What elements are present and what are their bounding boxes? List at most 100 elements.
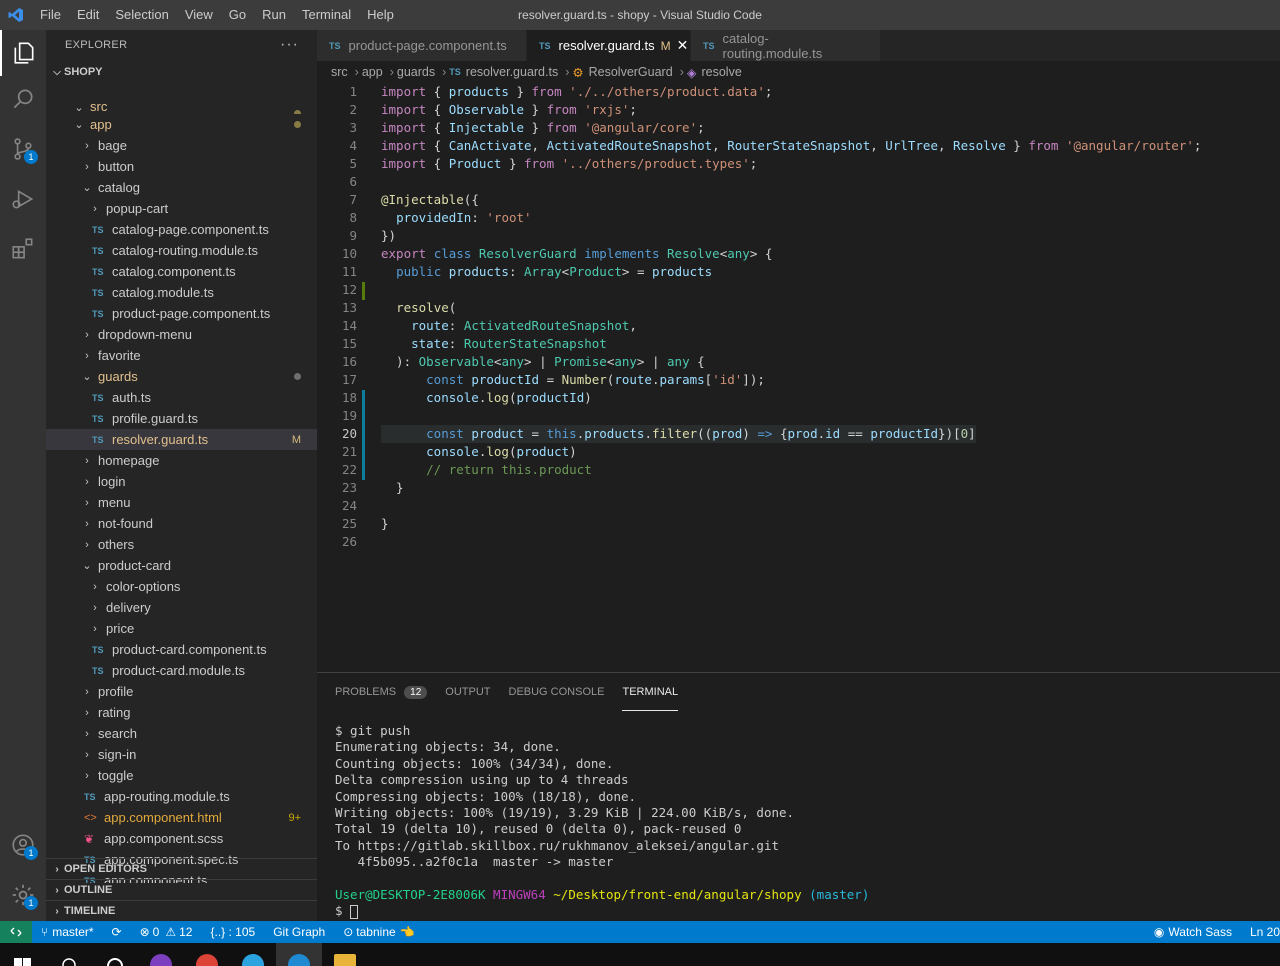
terminal-output[interactable]: $ git push Enumerating objects: 34, done… (335, 723, 869, 920)
file-item[interactable]: TS catalog.component.ts (46, 261, 317, 282)
code-line: 25} (317, 515, 1280, 533)
folder-item[interactable]: ⌄ app (46, 114, 317, 135)
line-number: 12 (341, 282, 357, 297)
tab-output[interactable]: OUTPUT (445, 673, 490, 711)
cortana-icon[interactable] (92, 943, 138, 966)
watch-sass-button[interactable]: ◉ Watch Sass (1145, 925, 1241, 939)
tab-catalog-routing-module[interactable]: TS catalog-routing.module.ts (691, 30, 881, 61)
tabnine-status[interactable]: ⊙ tabnine 👈 (334, 925, 423, 939)
open-editors-section[interactable]: › OPEN EDITORS (46, 858, 317, 879)
file-item[interactable]: TS product-card.module.ts (46, 660, 317, 681)
folder-item[interactable]: ⌄ src (46, 103, 317, 114)
tree-item-label: product-card (98, 558, 171, 573)
folder-item[interactable]: › price (46, 618, 317, 639)
run-debug-icon[interactable] (0, 176, 46, 222)
file-item[interactable]: TS auth.ts (46, 387, 317, 408)
folder-item[interactable]: › toggle (46, 765, 317, 786)
menu-file[interactable]: File (32, 0, 69, 30)
folder-item[interactable]: › popup-cart (46, 198, 317, 219)
folder-item[interactable]: › menu (46, 492, 317, 513)
menu-run[interactable]: Run (254, 0, 294, 30)
menu-edit[interactable]: Edit (69, 0, 107, 30)
workspace-section-header[interactable]: ⌵ SHOPY (46, 61, 317, 83)
tab-resolver-guard[interactable]: TS resolver.guard.ts M ✕ (527, 30, 691, 61)
folder-item[interactable]: › others (46, 534, 317, 555)
breadcrumb-class[interactable]: ResolverGuard (589, 65, 673, 79)
breadcrumb-app[interactable]: app (362, 65, 383, 79)
code-text: import { Observable } from 'rxjs'; (381, 102, 637, 117)
folder-item[interactable]: › not-found (46, 513, 317, 534)
windows-search-icon[interactable] (46, 943, 92, 966)
outline-section[interactable]: › OUTLINE (46, 879, 317, 900)
folder-item[interactable]: › search (46, 723, 317, 744)
code-text: public products: Array<Product> = produc… (396, 264, 713, 279)
file-item[interactable]: <> app.component.html 9+ (46, 807, 317, 828)
breadcrumb-guards[interactable]: guards (397, 65, 435, 79)
file-item[interactable]: TS catalog.module.ts (46, 282, 317, 303)
close-tab-icon[interactable]: ✕ (677, 37, 689, 54)
menu-view[interactable]: View (177, 0, 221, 30)
git-graph-button[interactable]: Git Graph (264, 925, 334, 939)
source-control-icon[interactable]: 1 (0, 126, 46, 172)
extensions-icon[interactable] (0, 226, 46, 272)
tab-product-page-component[interactable]: TS product-page.component.ts (317, 30, 527, 61)
file-item[interactable]: ❦ app.component.scss (46, 828, 317, 849)
tab-terminal[interactable]: TERMINAL (622, 673, 679, 711)
app-purple-icon[interactable] (138, 943, 184, 966)
folder-item[interactable]: › favorite (46, 345, 317, 366)
tree-item-label: src (90, 103, 108, 114)
problems-status[interactable]: ⊗ 0 ⚠ 12 (131, 925, 202, 939)
chrome-icon[interactable] (184, 943, 230, 966)
breadcrumb-method[interactable]: resolve (701, 65, 741, 79)
more-actions-icon[interactable]: ··· (280, 36, 299, 54)
folder-item[interactable]: ⌄ guards (46, 366, 317, 387)
terminal-cursor (350, 904, 359, 919)
sync-button[interactable]: ⟳ (103, 925, 131, 939)
explorer-icon[interactable] (0, 30, 46, 76)
menu-terminal[interactable]: Terminal (294, 0, 359, 30)
tree-item-label: profile (98, 684, 134, 699)
windows-start-icon[interactable] (0, 943, 46, 966)
file-item[interactable]: TS catalog-page.component.ts (46, 219, 317, 240)
file-explorer-icon[interactable] (322, 943, 368, 966)
search-icon[interactable] (0, 76, 46, 122)
tree-item-label: price (106, 621, 135, 636)
branch-status[interactable]: ⑂ master* (32, 925, 103, 939)
file-item[interactable]: TS resolver.guard.ts M (46, 429, 317, 450)
cursor-position[interactable]: Ln 20 (1241, 925, 1280, 939)
timeline-section[interactable]: › TIMELINE (46, 900, 317, 921)
menu-help[interactable]: Help (359, 0, 402, 30)
folder-item[interactable]: › rating (46, 702, 317, 723)
breadcrumb-file[interactable]: resolver.guard.ts (466, 65, 558, 79)
folder-item[interactable]: ⌄ product-card (46, 555, 317, 576)
folder-item[interactable]: ⌄ catalog (46, 177, 317, 198)
vscode-taskbar-icon[interactable] (276, 943, 322, 966)
telegram-icon[interactable] (230, 943, 276, 966)
line-count-status[interactable]: {..} : 105 (201, 925, 264, 939)
menu-go[interactable]: Go (221, 0, 254, 30)
timeline-label: TIMELINE (64, 905, 116, 917)
folder-item[interactable]: › profile (46, 681, 317, 702)
tab-problems[interactable]: PROBLEMS 12 (335, 673, 428, 711)
file-item[interactable]: TS product-card.component.ts (46, 639, 317, 660)
breadcrumb-src[interactable]: src (331, 65, 348, 79)
folder-item[interactable]: › dropdown-menu (46, 324, 317, 345)
file-item[interactable]: TS product-page.component.ts (46, 303, 317, 324)
file-item[interactable]: TS profile.guard.ts (46, 408, 317, 429)
tab-debug-console[interactable]: DEBUG CONSOLE (509, 673, 605, 711)
file-item[interactable]: TS app-routing.module.ts (46, 786, 317, 807)
folder-item[interactable]: › color-options (46, 576, 317, 597)
menu-selection[interactable]: Selection (107, 0, 176, 30)
accounts-icon[interactable]: 1 (0, 822, 46, 868)
folder-item[interactable]: › delivery (46, 597, 317, 618)
file-item[interactable]: TS catalog-routing.module.ts (46, 240, 317, 261)
folder-item[interactable]: › homepage (46, 450, 317, 471)
folder-item[interactable]: › button (46, 156, 317, 177)
settings-gear-icon[interactable]: 1 (0, 872, 46, 918)
remote-indicator-icon[interactable] (0, 921, 32, 943)
folder-item[interactable]: › sign-in (46, 744, 317, 765)
code-editor[interactable]: 1 import { products } from './../others/p… (317, 83, 1280, 660)
folder-item[interactable]: › login (46, 471, 317, 492)
terminal-input-line[interactable]: $ (335, 903, 869, 919)
folder-item[interactable]: › bage (46, 135, 317, 156)
